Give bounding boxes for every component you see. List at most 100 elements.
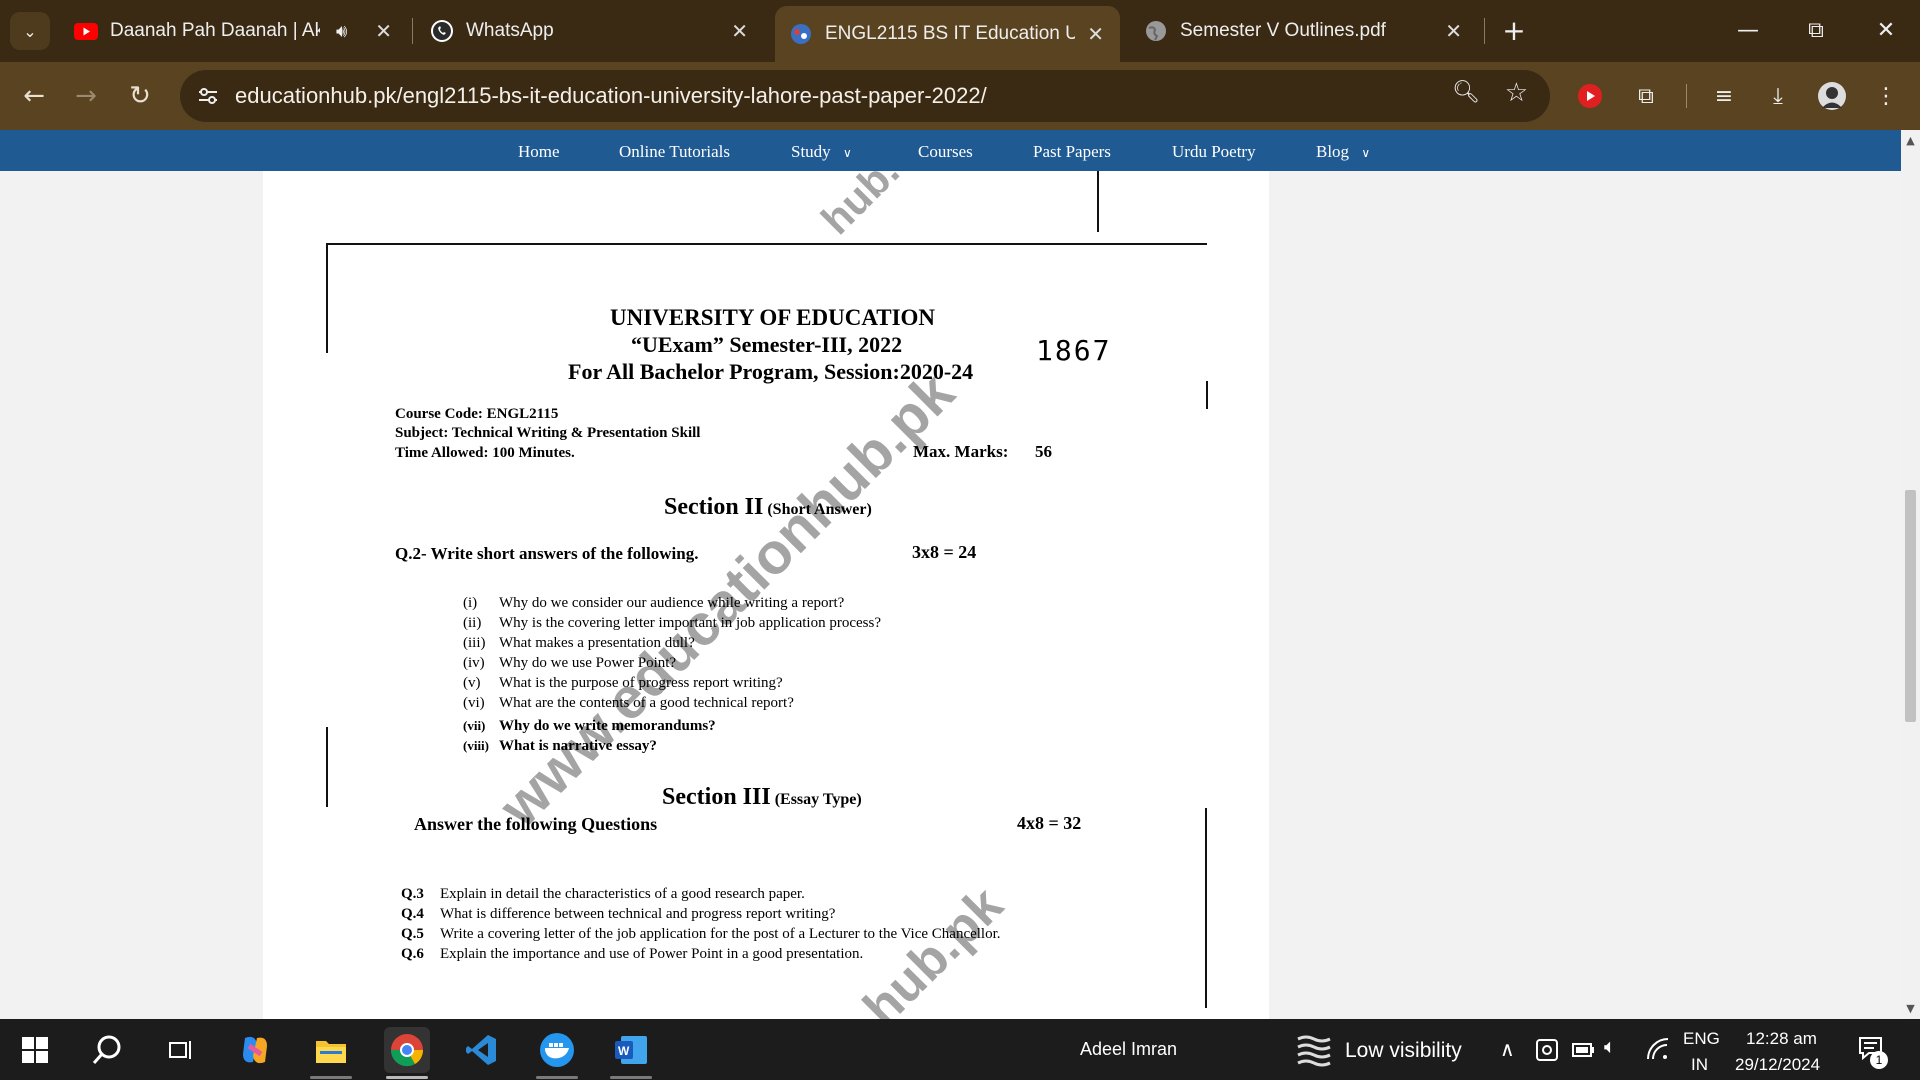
media-control-icon[interactable]: ≡ [1704,76,1744,116]
handwritten-number: 1867 [1036,334,1112,367]
item-number: (vi) [463,695,485,711]
site-info-icon[interactable] [194,82,222,110]
tab-search-button[interactable]: ⌄ [10,12,50,50]
item-number: (viii) [463,738,489,753]
item-number: (v) [463,675,481,691]
item-number: (i) [463,595,478,611]
page-content: hub. www.educationhub.pk hub.pk UNIVERSI… [0,147,1901,1038]
exam-university-title: UNIVERSITY OF EDUCATION [610,305,936,330]
nav-study[interactable]: Study ∨ [791,142,852,162]
tab-label: Daanah Pah Daanah | Akhtar [110,20,320,41]
nav-home[interactable]: Home [518,142,560,162]
volume-icon[interactable]: 🔈︎ [1604,1036,1616,1059]
extensions-puzzle-icon[interactable]: ⧉ [1626,76,1666,116]
file-explorer-button[interactable] [308,1027,354,1079]
tab-active-education[interactable]: ENGL2115 BS IT Education Univ ✕ [775,6,1120,62]
new-tab-button[interactable]: + [1494,10,1534,50]
nav-study-label: Study [791,142,831,161]
tab-pdf[interactable]: Semester V Outlines.pdf ✕ [1130,6,1478,56]
reload-icon: ↻ [129,81,151,111]
q2-marks: 3x8 = 24 [912,542,977,562]
item-text: Why do we write memorandums? [499,718,716,734]
list-item: (vi) What are the contents of a good tech… [463,695,794,712]
clock-time[interactable]: 12:28 am [1746,1029,1817,1049]
nav-blog[interactable]: Blog ∨ [1316,142,1370,162]
list-item: Q.6 Explain the importance and use of Pow… [401,946,863,963]
whatsapp-icon [430,19,454,43]
search-button[interactable] [84,1027,130,1073]
bookmark-star-icon[interactable]: ☆ [1505,78,1528,108]
reload-button[interactable]: ↻ [118,74,162,118]
chrome-button[interactable] [384,1027,430,1079]
network-tray-icon[interactable] [1534,1037,1560,1063]
forward-button[interactable]: → [64,74,108,118]
youtube-extension-icon[interactable] [1570,76,1610,116]
scan-line [326,243,328,353]
zoom-icon[interactable]: 🔍︎ [1452,80,1480,105]
restore-button[interactable]: ⧉ [1786,8,1846,52]
close-tab-icon[interactable]: ✕ [375,19,392,44]
scan-line [326,243,1207,245]
search-icon [92,1035,121,1064]
section2-title: Section II [664,494,764,520]
close-tab-icon[interactable]: ✕ [731,19,748,44]
exam-semester-title: “UExam” Semester-III, 2022 [631,332,903,357]
profile-avatar[interactable] [1812,76,1852,116]
globe-icon [1144,19,1168,43]
item-text: What makes a presentation dull? [499,635,695,651]
nav-online-tutorials[interactable]: Online Tutorials [619,142,730,162]
item-text: Explain the importance and use of Power … [440,946,864,962]
speaker-icon[interactable]: 🔊︎ [336,21,347,42]
clock-date[interactable]: 29/12/2024 [1735,1055,1820,1075]
chrome-icon [390,1034,424,1067]
running-indicator [610,1076,652,1079]
nav-urdu-poetry[interactable]: Urdu Poetry [1172,142,1256,162]
battery-icon[interactable] [1570,1037,1596,1063]
subject: Subject: Technical Writing & Presentatio… [395,425,701,441]
weather-label[interactable]: Low visibility [1345,1039,1462,1063]
language-bottom[interactable]: IN [1691,1055,1708,1075]
item-number: (ii) [463,615,482,631]
word-button[interactable]: W [608,1027,654,1079]
download-icon[interactable]: ⤓ [1758,76,1798,116]
back-button[interactable]: ← [12,74,56,118]
close-tab-icon[interactable]: ✕ [1445,19,1462,44]
item-text: What is narrative essay? [499,738,657,754]
tab-youtube[interactable]: Daanah Pah Daanah | Akhtar 🔊︎ ✕ [60,6,408,56]
vscode-icon [466,1035,496,1065]
windows-taskbar: W Adeel Imran Low visibility ∧ 🔈︎ ENG IN… [0,1019,1920,1080]
nav-past-papers[interactable]: Past Papers [1033,142,1111,162]
scroll-down-arrow-icon[interactable]: ▼ [1904,1002,1917,1015]
item-text: Why is the covering letter important in … [499,615,881,631]
menu-kebab-icon[interactable]: ⋮ [1866,76,1906,116]
start-button[interactable] [12,1027,58,1073]
running-indicator [386,1076,428,1079]
close-tab-icon[interactable]: ✕ [1087,22,1104,47]
minimize-button[interactable]: — [1718,8,1778,52]
close-window-button[interactable]: ✕ [1856,8,1916,52]
language-top[interactable]: ENG [1683,1029,1720,1049]
item-text: What is difference between technical and… [440,906,836,922]
item-text: Why do we consider our audience while wr… [499,595,845,611]
copilot-button[interactable] [232,1027,278,1073]
chevron-down-icon: ⌄ [23,21,37,41]
hidden-icons-chevron-icon[interactable]: ∧ [1500,1037,1515,1062]
item-text: What is the purpose of progress report w… [499,675,783,691]
weather-fog-icon[interactable] [1294,1031,1334,1069]
scrollbar-thumb[interactable] [1905,490,1916,722]
tab-whatsapp[interactable]: WhatsApp ✕ [416,6,764,56]
list-item: Q.3 Explain in detail the characteristics… [401,886,805,903]
nav-courses[interactable]: Courses [918,142,973,162]
list-item: (viii) What is narrative essay? [463,738,657,755]
scroll-up-arrow-icon[interactable]: ▲ [1904,134,1917,147]
vertical-scrollbar[interactable]: ▲ ▼ [1901,130,1920,1019]
wifi-icon[interactable] [1645,1037,1671,1063]
nav-blog-label: Blog [1316,142,1350,161]
docker-button[interactable] [534,1027,580,1079]
vscode-button[interactable] [458,1027,504,1073]
url-text[interactable]: educationhub.pk/engl2115-bs-it-education… [235,83,987,109]
address-bar[interactable]: educationhub.pk/engl2115-bs-it-education… [180,70,1550,122]
running-indicator [536,1076,578,1079]
item-number: Q.3 [401,886,424,902]
task-view-button[interactable] [158,1027,204,1073]
